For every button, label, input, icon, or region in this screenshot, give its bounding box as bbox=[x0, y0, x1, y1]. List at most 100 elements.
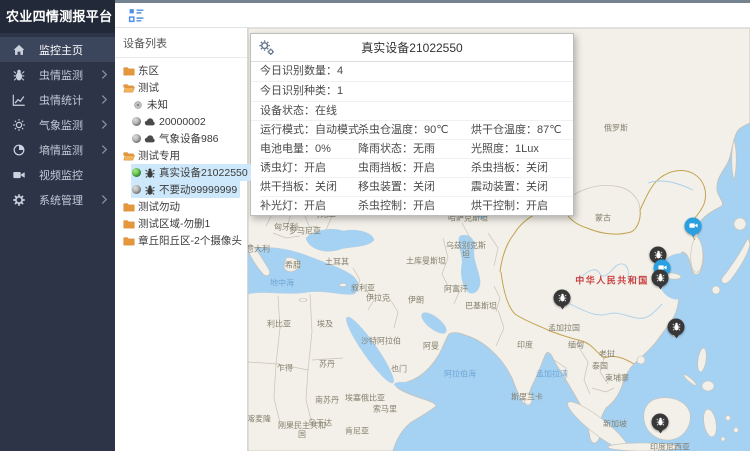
popup-detail-cell: 降雨状态：无雨 bbox=[358, 140, 471, 159]
sidebar-item-label: 气象监测 bbox=[39, 117, 83, 133]
folder-icon bbox=[123, 65, 135, 77]
device-list-panel: 设备列表 东区测试未知20000002气象设备986测试专用真实设备210225… bbox=[115, 28, 248, 451]
sidebar-item-6[interactable]: 系统管理 bbox=[0, 187, 115, 212]
tree-item-label: 测试区域-勿删1 bbox=[138, 216, 210, 231]
tree-item-content: 未知 bbox=[131, 96, 171, 113]
sidebar-item-label: 墒情监测 bbox=[39, 142, 83, 158]
sidebar-item-2[interactable]: 虫情统计 bbox=[0, 87, 115, 112]
popup-detail-grid: 运行模式：自动模式杀虫仓温度：90℃烘干仓温度：87℃电池电量：0%降雨状态：无… bbox=[251, 121, 573, 215]
popup-detail-cell: 杀虫控制：开启 bbox=[358, 197, 471, 215]
popup-detail-cell: 光照度：1Lux bbox=[471, 140, 573, 159]
sidebar-item-label: 监控主页 bbox=[39, 42, 83, 58]
chevron-right-icon bbox=[101, 94, 108, 105]
chart-icon bbox=[12, 93, 26, 107]
tree-item-folder[interactable]: 东区 bbox=[115, 62, 247, 79]
tree-item-device[interactable]: 气象设备986 bbox=[115, 130, 247, 147]
settings-gears-icon[interactable] bbox=[258, 39, 275, 56]
popup-detail-cell: 烘干挡板：关闭 bbox=[260, 178, 358, 197]
tree-item-label: 测试专用 bbox=[138, 148, 180, 163]
folder-icon bbox=[123, 235, 135, 247]
tree-toggle-icon[interactable] bbox=[128, 7, 145, 24]
sidebar-item-4[interactable]: 墒情监测 bbox=[0, 137, 115, 162]
chevron-right-icon bbox=[101, 144, 108, 155]
tree-item-label: 20000002 bbox=[159, 116, 206, 128]
tree-item-content: 测试勿动 bbox=[122, 198, 183, 215]
tree-item-label: 测试 bbox=[138, 80, 159, 95]
bug-icon bbox=[655, 269, 665, 287]
status-light-offline bbox=[132, 117, 141, 126]
device-tree: 东区测试未知 20000002 气象设备986测试专用真实设备21022550 不要动… bbox=[115, 58, 247, 249]
gear-icon bbox=[12, 193, 26, 207]
popup-detail-cell: 诱虫灯：开启 bbox=[260, 159, 358, 178]
cloud-icon bbox=[144, 116, 156, 128]
tree-item-folder[interactable]: 章丘阳丘区-2个摄像头 bbox=[115, 232, 247, 249]
bug-device-pin[interactable] bbox=[554, 290, 571, 307]
app-title: 农业四情测报平台 bbox=[0, 0, 115, 33]
moisture-icon bbox=[12, 143, 26, 157]
tree-item-content: 测试 bbox=[122, 79, 162, 96]
tree-item-content: 章丘阳丘区-2个摄像头 bbox=[122, 232, 245, 249]
tree-item-device[interactable]: 真实设备21022550 bbox=[115, 164, 247, 181]
popup-detail-cell: 烘干控制：开启 bbox=[471, 197, 573, 215]
sidebar-item-1[interactable]: 虫情监测 bbox=[0, 62, 115, 87]
folder-icon bbox=[123, 201, 135, 213]
popup-detail-cell: 杀虫仓温度：90℃ bbox=[358, 121, 471, 140]
unknown-device-icon bbox=[132, 99, 144, 111]
tree-item-content: 测试专用 bbox=[122, 147, 183, 164]
tree-toggle-icon bbox=[128, 7, 145, 24]
popup-detail-cell: 电池电量：0% bbox=[260, 140, 358, 159]
bug-device-pin[interactable] bbox=[652, 270, 669, 287]
camera-pin-icon bbox=[688, 217, 698, 235]
tree-item-content: 20000002 bbox=[131, 113, 209, 130]
tree-item-content: 东区 bbox=[122, 62, 162, 79]
tree-item-label: 章丘阳丘区-2个摄像头 bbox=[138, 233, 242, 248]
tree-item-device[interactable]: 不要动99999999 bbox=[115, 181, 247, 198]
video-icon bbox=[12, 168, 26, 182]
sidebar-item-3[interactable]: 气象监测 bbox=[0, 112, 115, 137]
bug-device-pin[interactable] bbox=[668, 319, 685, 336]
sidebar-item-label: 虫情监测 bbox=[39, 67, 83, 83]
bug-icon bbox=[655, 413, 665, 431]
tree-item-content: 不要动99999999 bbox=[131, 181, 240, 198]
tree-item-content: 气象设备986 bbox=[131, 130, 222, 147]
bug-icon bbox=[671, 318, 681, 336]
folder-open-icon bbox=[123, 82, 135, 94]
chevron-right-icon bbox=[101, 69, 108, 80]
weather-icon bbox=[12, 118, 26, 132]
topbar bbox=[115, 0, 750, 28]
folder-open-icon bbox=[123, 150, 135, 162]
tree-item-device[interactable]: 20000002 bbox=[115, 113, 247, 130]
sidebar-item-label: 虫情统计 bbox=[39, 92, 83, 108]
status-light-offline bbox=[132, 134, 141, 143]
tree-item-folder[interactable]: 测试勿动 bbox=[115, 198, 247, 215]
sidebar-item-5[interactable]: 视频监控 bbox=[0, 162, 115, 187]
popup-detail-cell: 震动装置：关闭 bbox=[471, 178, 573, 197]
tree-item-label: 真实设备21022550 bbox=[159, 165, 248, 180]
status-light-offline bbox=[132, 185, 141, 194]
tree-item-device[interactable]: 未知 bbox=[115, 96, 247, 113]
bug-icon bbox=[557, 289, 567, 307]
sidebar-item-0[interactable]: 监控主页 bbox=[0, 37, 115, 62]
sidebar: 农业四情测报平台 监控主页虫情监测虫情统计气象监测墒情监测视频监控系统管理 bbox=[0, 0, 115, 451]
sidebar-item-label: 视频监控 bbox=[39, 167, 83, 183]
sidebar-item-label: 系统管理 bbox=[39, 192, 83, 208]
bug-device-pin[interactable] bbox=[652, 414, 669, 431]
tree-item-label: 东区 bbox=[138, 63, 159, 78]
folder-icon bbox=[123, 218, 135, 230]
device-info-popup: 真实设备21022550 今日识别数量：4今日识别种类：1 设备状态：在线 运行… bbox=[250, 33, 574, 216]
popup-detail-cell: 运行模式：自动模式 bbox=[260, 121, 358, 140]
home-icon bbox=[12, 43, 26, 57]
tree-item-label: 不要动99999999 bbox=[159, 182, 237, 197]
sidebar-menu: 监控主页虫情监测虫情统计气象监测墒情监测视频监控系统管理 bbox=[0, 37, 115, 212]
tree-item-label: 未知 bbox=[147, 97, 168, 112]
tree-item-label: 测试勿动 bbox=[138, 199, 180, 214]
camera-device-pin[interactable] bbox=[685, 218, 702, 235]
popup-detail-cell: 补光灯：开启 bbox=[260, 197, 358, 215]
tree-item-folder[interactable]: 测试专用 bbox=[115, 147, 247, 164]
map-canvas[interactable]: 俄罗斯蒙古哈萨克斯坦乌兹别克斯坦土库曼斯坦阿富汗巴基斯坦伊朗伊拉克叙利亚土耳其希… bbox=[248, 28, 750, 451]
tree-item-folder[interactable]: 测试 bbox=[115, 79, 247, 96]
popup-detail-cell: 虫雨挡板：开启 bbox=[358, 159, 471, 178]
chevron-right-icon bbox=[101, 119, 108, 130]
status-light-online bbox=[132, 168, 141, 177]
tree-item-folder[interactable]: 测试区域-勿删1 bbox=[115, 215, 247, 232]
